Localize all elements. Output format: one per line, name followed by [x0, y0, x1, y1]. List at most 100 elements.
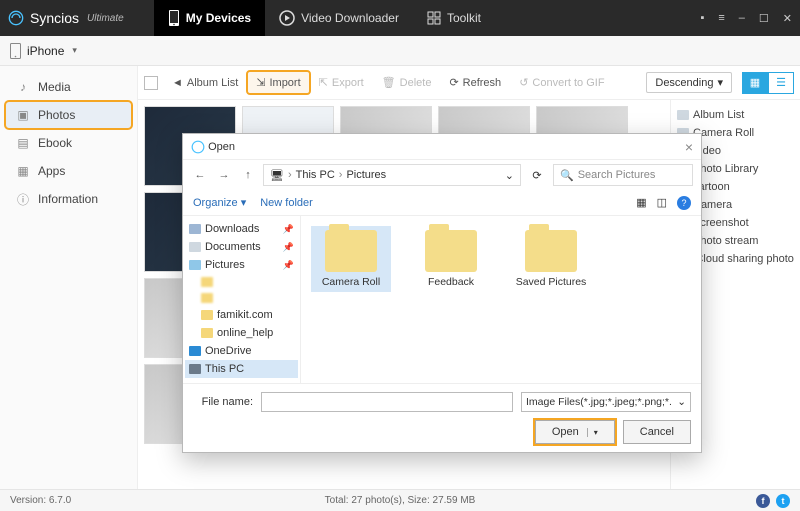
onedrive-icon	[189, 346, 201, 356]
nav-up-button[interactable]: ↑	[239, 169, 257, 181]
album-list-button[interactable]: ◄ Album List	[164, 73, 246, 93]
refresh-icon: ⟳	[449, 76, 458, 89]
tree-item-onedrive[interactable]: OneDrive	[185, 342, 298, 360]
help-icon[interactable]: ?	[677, 196, 691, 210]
open-button[interactable]: Open ▾	[535, 420, 615, 444]
twitter-icon[interactable]: t	[776, 494, 790, 508]
tree-item-famikit[interactable]: famikit.com	[185, 306, 298, 324]
device-bar[interactable]: iPhone ▾	[0, 36, 800, 66]
export-button[interactable]: ⇱ Export	[311, 72, 372, 93]
folder-feedback[interactable]: Feedback	[411, 226, 491, 292]
export-icon: ⇱	[319, 76, 328, 89]
play-icon	[279, 10, 295, 26]
tree-item[interactable]	[185, 274, 298, 290]
status-summary: Total: 27 photo(s), Size: 27.59 MB	[325, 495, 476, 506]
nav-refresh-button[interactable]: ⟳	[527, 169, 547, 182]
file-name-label: File name:	[193, 396, 253, 408]
import-button[interactable]: ⇲ Import	[248, 72, 308, 93]
device-dropdown-icon[interactable]: ▾	[72, 45, 77, 56]
folder-camera-roll[interactable]: Camera Roll	[311, 226, 391, 292]
open-dropdown-icon[interactable]: ▾	[587, 428, 598, 437]
refresh-button[interactable]: ⟳ Refresh	[441, 72, 509, 93]
view-list-button[interactable]: ☰	[768, 72, 794, 94]
menu-icon[interactable]: ≡	[718, 12, 724, 24]
organize-button[interactable]: Organize ▾	[193, 196, 246, 209]
open-file-dialog: Open × ← → ↑ 🖥 › This PC › Pictures ⌄ ⟳ …	[182, 133, 702, 453]
nav-my-devices[interactable]: My Devices	[154, 0, 265, 36]
social-links: f t	[756, 494, 790, 508]
file-name-input[interactable]	[261, 392, 513, 412]
breadcrumb[interactable]: 🖥 › This PC › Pictures ⌄	[263, 164, 521, 186]
folder-icon	[201, 310, 213, 320]
syncios-icon	[8, 10, 24, 26]
pin-icon: 📌	[283, 242, 294, 253]
dialog-close-button[interactable]: ×	[685, 139, 693, 155]
tree-item-downloads[interactable]: Downloads📌	[185, 220, 298, 238]
folder-icon	[201, 293, 213, 303]
chevron-down-icon: ▾	[717, 76, 723, 89]
feedback-icon[interactable]: ▪	[700, 12, 704, 24]
view-mode-button[interactable]: ▦	[636, 196, 646, 209]
top-nav: My Devices Video Downloader Toolkit	[154, 0, 495, 36]
dialog-app-icon	[191, 140, 205, 154]
preview-pane-button[interactable]: ◫	[657, 196, 667, 209]
chevron-down-icon: ⌄	[677, 396, 686, 408]
info-icon: ⓘ	[16, 192, 30, 206]
nav-forward-button[interactable]: →	[215, 169, 233, 181]
dialog-nav: ← → ↑ 🖥 › This PC › Pictures ⌄ ⟳ 🔍 Searc…	[183, 160, 701, 190]
search-icon: 🔍	[560, 169, 574, 182]
search-input[interactable]: 🔍 Search Pictures	[553, 164, 693, 186]
folder-icon	[201, 328, 213, 338]
media-icon: ♪	[16, 80, 30, 94]
delete-button[interactable]: 🗑 Delete	[374, 72, 440, 93]
titlebar: Syncios Ultimate My Devices Video Downlo…	[0, 0, 800, 36]
dialog-file-list[interactable]: Camera Roll Feedback Saved Pictures	[301, 216, 701, 383]
sidebar-item-media[interactable]: ♪ Media	[6, 74, 131, 100]
phone-small-icon	[10, 43, 21, 59]
dialog-title: Open	[208, 141, 235, 153]
breadcrumb-root[interactable]: This PC	[296, 169, 335, 181]
cancel-button[interactable]: Cancel	[623, 420, 691, 444]
nav-video-downloader[interactable]: Video Downloader	[265, 0, 413, 36]
select-all-checkbox[interactable]	[144, 76, 158, 90]
nav-back-button[interactable]: ←	[191, 169, 209, 181]
breadcrumb-dropdown-icon[interactable]: ⌄	[505, 169, 514, 182]
sidebar-item-photos[interactable]: ▣ Photos	[6, 102, 131, 128]
import-icon: ⇲	[256, 76, 265, 89]
dialog-tree[interactable]: Downloads📌 Documents📌 Pictures📌 famikit.…	[183, 216, 301, 383]
tree-item-pictures[interactable]: Pictures📌	[185, 256, 298, 274]
gif-icon: ↺	[519, 76, 528, 89]
convert-gif-button[interactable]: ↺ Convert to GIF	[511, 72, 612, 93]
tree-item-onlinehelp[interactable]: online_help	[185, 324, 298, 342]
sidebar: ♪ Media ▣ Photos ▤ Ebook ▦ Apps ⓘ Inform…	[0, 66, 138, 489]
app-brand: Syncios	[30, 10, 79, 26]
folder-icon	[525, 230, 577, 272]
version-value: 6.7.0	[49, 495, 71, 506]
view-grid-button[interactable]: ▦	[742, 72, 768, 94]
breadcrumb-leaf[interactable]: Pictures	[346, 169, 386, 181]
documents-icon	[189, 242, 201, 252]
new-folder-button[interactable]: New folder	[260, 197, 313, 209]
album-icon	[677, 110, 689, 120]
file-type-select[interactable]: Image Files(*.jpg;*.jpeg;*.png;*. ⌄	[521, 392, 691, 412]
view-switch: ▦ ☰	[742, 72, 794, 94]
photos-icon: ▣	[16, 108, 30, 122]
facebook-icon[interactable]: f	[756, 494, 770, 508]
minimize-button[interactable]: –	[739, 12, 745, 24]
sidebar-item-ebook[interactable]: ▤ Ebook	[6, 130, 131, 156]
album-item[interactable]: Album List	[675, 106, 796, 124]
tree-item-thispc[interactable]: This PC	[185, 360, 298, 378]
tree-item[interactable]	[185, 290, 298, 306]
close-button[interactable]: ✕	[783, 12, 792, 25]
downloads-icon	[189, 224, 201, 234]
tree-item-documents[interactable]: Documents📌	[185, 238, 298, 256]
maximize-button[interactable]: ☐	[759, 12, 769, 25]
pin-icon: 📌	[283, 260, 294, 271]
device-name: iPhone	[27, 44, 64, 58]
nav-toolkit[interactable]: Toolkit	[413, 0, 495, 36]
ebook-icon: ▤	[16, 136, 30, 150]
sidebar-item-information[interactable]: ⓘ Information	[6, 186, 131, 212]
sort-select[interactable]: Descending ▾	[646, 72, 732, 93]
sidebar-item-apps[interactable]: ▦ Apps	[6, 158, 131, 184]
folder-saved-pictures[interactable]: Saved Pictures	[511, 226, 591, 292]
